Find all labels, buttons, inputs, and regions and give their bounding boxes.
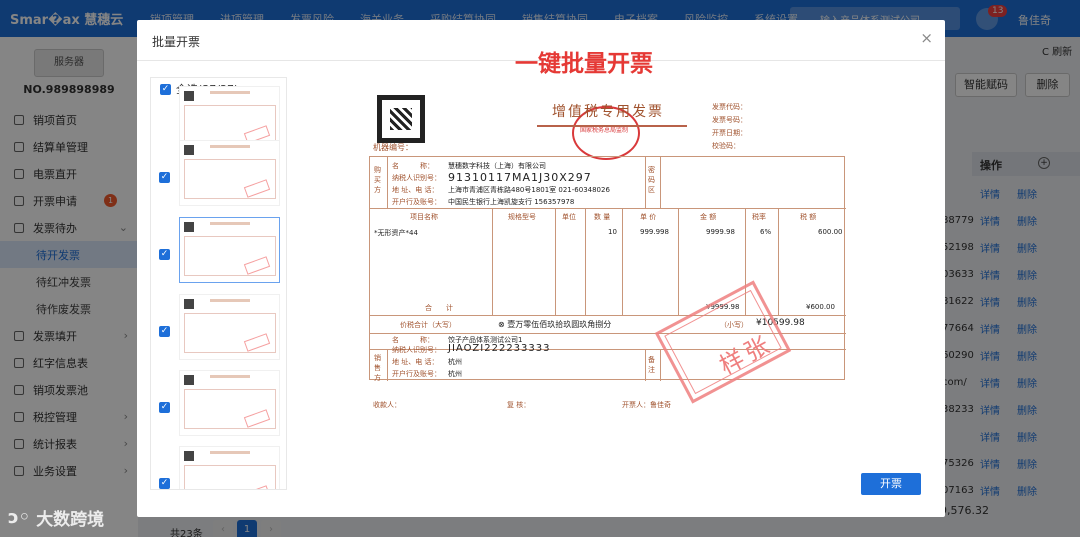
buyer-tax-id: 91310117MA1J30X297 (448, 171, 592, 184)
modal-title: 批量开票 (152, 35, 201, 49)
col-tax: 税 额 (800, 213, 817, 221)
row-checkbox[interactable]: ✓ (159, 172, 170, 183)
seller-section-label: 销售方 (374, 354, 381, 382)
title-underline (537, 125, 687, 127)
checkbox-icon: ✓ (160, 83, 171, 95)
invoice-thumbnail[interactable] (179, 294, 280, 360)
col-rate: 税率 (752, 213, 766, 221)
buyer-addr-label: 地 址、电 话： (392, 186, 439, 194)
buyer-tax-label: 纳税人识别号： (392, 174, 441, 182)
buyer-address: 上海市青浦区青栋路480号1801室 021-60348026 (448, 186, 610, 194)
issue-invoice-button[interactable]: 开票 (861, 473, 921, 495)
payee-label: 收款人： (373, 401, 401, 409)
drawer-label: 开票人：鲁佳奇 (622, 401, 671, 409)
row-checkbox[interactable]: ✓ (159, 249, 170, 260)
col-item-name: 项目名称 (410, 213, 438, 221)
sum-label: 合 计 (425, 304, 453, 312)
item-name: *无形资产*44 (374, 229, 418, 237)
sum-tax: ¥600.00 (806, 303, 835, 311)
invoice-thumbnail[interactable] (179, 446, 280, 489)
seller-addr-label: 地 址、电 话： (392, 358, 439, 366)
col-qty: 数 量 (594, 213, 611, 221)
total-words-label: 价税合计（大写） (400, 321, 456, 329)
machine-number-label: 机器编号： (373, 143, 413, 152)
invoice-thumbnail-list[interactable]: ✓ 全选(37/37) ✓ ✓ ✓ ✓ ✓ (150, 77, 287, 490)
seller-tax-label: 纳税人识别号： (392, 346, 441, 354)
seller-name-label: 名 称： (392, 336, 434, 344)
col-spec: 规格型号 (508, 213, 536, 221)
total-words: ⊗ 壹万零伍佰玖拾玖圆玖角捌分 (498, 320, 612, 329)
buyer-section-label: 购买方 (374, 166, 381, 194)
row-checkbox[interactable]: ✓ (159, 478, 170, 489)
row-checkbox[interactable]: ✓ (159, 326, 170, 337)
col-unit: 单位 (562, 213, 576, 221)
invoice-title: 增值税专用发票 (552, 104, 664, 120)
col-amount: 金 额 (700, 213, 717, 221)
banner-caption: 一键批量开票 (515, 51, 653, 77)
col-price: 单 价 (640, 213, 657, 221)
seller-bank: 杭州 (448, 370, 462, 378)
qr-code-icon (377, 95, 425, 143)
invoice-number-label: 发票号码： (712, 116, 747, 124)
buyer-name: 慧穗数字科技（上海）有限公司 (448, 162, 546, 170)
total-words-value: 壹万零伍佰玖拾玖圆玖角捌分 (507, 320, 612, 329)
buyer-bank-label: 开户行及账号： (392, 198, 441, 206)
seller-bank-label: 开户行及账号： (392, 370, 441, 378)
item-price: 999.998 (640, 228, 669, 236)
note-label: 备注 (648, 356, 655, 374)
invoice-code-label: 发票代码： (712, 103, 747, 111)
row-checkbox[interactable]: ✓ (159, 402, 170, 413)
check-code-label: 校验码： (712, 142, 740, 150)
seller-tax-id: JIAOZI222233333 (448, 343, 551, 354)
buyer-bank: 中国民生银行上海凯旋支行 156357978 (448, 198, 575, 206)
buyer-name-label: 名 称： (392, 162, 434, 170)
invoice-thumbnail[interactable] (179, 140, 280, 206)
item-tax: 600.00 (818, 228, 843, 236)
item-rate: 6% (760, 228, 772, 236)
item-amount: 9999.98 (706, 228, 735, 236)
invoice-date-label: 开票日期： (712, 129, 747, 137)
seller-address: 杭州 (448, 358, 462, 366)
invoice-preview: 机器编号： 国家税务总局监制 增值税专用发票 发票代码： 发票号码： 开票日期：… (367, 90, 849, 409)
app-window: Smar�ax 慧穗云 销项管理 进项管理 发票风险 海关业务 采购结算协同 销售结算协同… (0, 0, 1080, 537)
password-zone-label: 密码区 (648, 166, 655, 194)
invoice-thumbnail[interactable] (179, 370, 280, 436)
invoice-thumbnail-selected[interactable] (179, 217, 280, 283)
brand-watermark: ↄ◦ 大数跨境 (8, 505, 104, 530)
watermark-text: 大数跨境 (36, 510, 105, 530)
batch-invoice-modal: 批量开票 × 一键批量开票 ✓ 全选(37/37) ✓ ✓ ✓ ✓ ✓ 机器编号… (137, 20, 945, 517)
item-qty: 10 (608, 228, 617, 236)
reviewer-label: 复 核： (507, 401, 531, 409)
watermark-logo-icon: ↄ◦ (8, 507, 31, 528)
close-icon[interactable]: × (920, 29, 933, 47)
